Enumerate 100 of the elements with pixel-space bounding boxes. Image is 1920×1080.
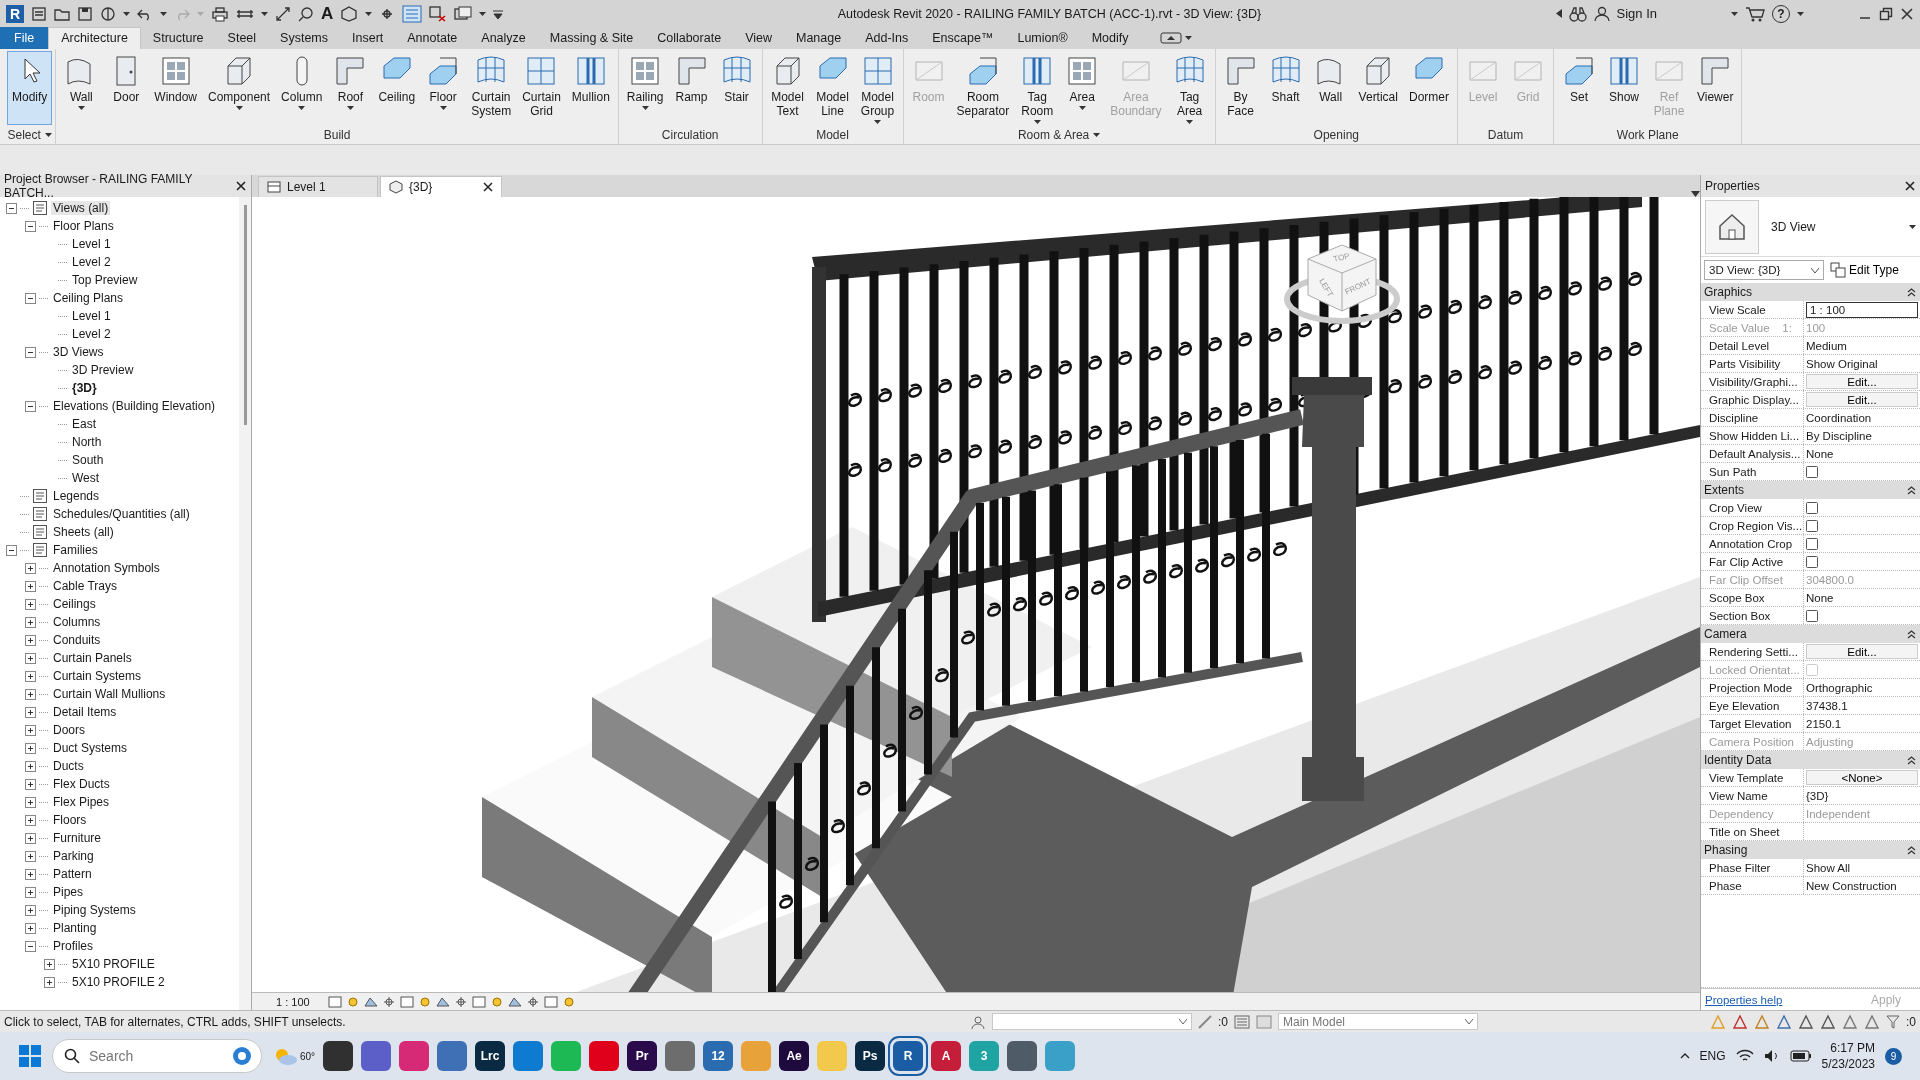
- ribbon-tab[interactable]: Systems: [268, 27, 340, 49]
- view-control-icon[interactable]: [507, 995, 522, 1008]
- expand-icon[interactable]: [44, 958, 55, 970]
- ribbon-tab[interactable]: Structure: [140, 27, 216, 49]
- tree-item[interactable]: East: [70, 417, 98, 431]
- ribbon-button[interactable]: Door: [104, 51, 149, 125]
- expand-icon[interactable]: [25, 814, 36, 826]
- collapse-icon[interactable]: [25, 292, 36, 304]
- tree-item[interactable]: Columns: [51, 615, 103, 629]
- ribbon-button[interactable]: Railing: [621, 51, 669, 125]
- tree-item[interactable]: Parking: [51, 849, 96, 863]
- close-icon[interactable]: [1904, 180, 1916, 192]
- view-scale[interactable]: 1 : 100: [276, 995, 310, 1008]
- expand-icon[interactable]: [25, 580, 36, 592]
- collapse-icon[interactable]: [1907, 845, 1916, 855]
- app-icon[interactable]: Lrc: [475, 1041, 506, 1071]
- ribbon-button[interactable]: Floor: [421, 51, 466, 125]
- ribbon-tab[interactable]: Manage: [784, 27, 854, 49]
- ribbon-tab[interactable]: Steel: [215, 27, 269, 49]
- tree-item[interactable]: Piping Systems: [51, 903, 138, 917]
- tree-item[interactable]: Legends: [51, 489, 102, 503]
- app-icon[interactable]: Ps: [855, 1041, 886, 1071]
- caret-icon[interactable]: [1555, 9, 1562, 18]
- view-control-icon[interactable]: [363, 995, 378, 1008]
- expand-icon[interactable]: [25, 778, 36, 790]
- collapse-icon[interactable]: [6, 544, 17, 556]
- collapse-icon[interactable]: [1907, 287, 1916, 297]
- ribbon-button[interactable]: Dormer: [1403, 51, 1454, 125]
- ribbon-button[interactable]: Modify: [7, 51, 53, 125]
- tree-item[interactable]: {3D}: [70, 381, 99, 395]
- tree-item[interactable]: Ducts: [51, 759, 86, 773]
- ribbon-tab[interactable]: Collaborate: [645, 27, 734, 49]
- collapse-icon[interactable]: [25, 220, 36, 232]
- ribbon-button[interactable]: Model Group: [855, 51, 900, 125]
- ribbon-button[interactable]: Component: [203, 51, 276, 125]
- tree-item[interactable]: Profiles: [51, 939, 95, 953]
- caret-icon[interactable]: [160, 11, 167, 16]
- language-indicator[interactable]: ENG: [1699, 1049, 1726, 1063]
- view-control-icon[interactable]: [381, 995, 396, 1008]
- tree-item[interactable]: Pattern: [51, 867, 94, 881]
- search-field[interactable]: Search: [52, 1039, 262, 1073]
- expand-icon[interactable]: [25, 742, 36, 754]
- collapse-icon[interactable]: [25, 940, 36, 952]
- tree-item[interactable]: Ceiling Plans: [51, 291, 126, 305]
- app-icon[interactable]: 12: [703, 1041, 734, 1071]
- caret-icon[interactable]: [479, 11, 487, 16]
- save-icon[interactable]: [77, 5, 93, 22]
- ribbon-tab[interactable]: Analyze: [469, 27, 538, 49]
- tree-item[interactable]: Flex Pipes: [51, 795, 112, 809]
- tree-item[interactable]: Detail Items: [51, 705, 119, 719]
- tree-item[interactable]: Flex Ducts: [51, 777, 112, 791]
- app-icon[interactable]: Pr: [627, 1041, 658, 1071]
- tree-item[interactable]: Floor Plans: [51, 219, 116, 233]
- ribbon-button[interactable]: Roof: [328, 51, 373, 125]
- model-dropdown[interactable]: Main Model: [1278, 1013, 1478, 1030]
- ribbon-button[interactable]: Room Separator: [951, 51, 1015, 125]
- expand-icon[interactable]: [25, 886, 36, 898]
- tree-item[interactable]: Cable Trays: [51, 579, 120, 593]
- caret-icon[interactable]: [261, 11, 268, 16]
- tree-item[interactable]: Planting: [51, 921, 99, 935]
- ribbon-button[interactable]: Wall: [59, 51, 104, 125]
- battery-icon[interactable]: [1789, 1050, 1812, 1062]
- edit-button[interactable]: Edit...: [1806, 644, 1918, 659]
- wifi-icon[interactable]: [1735, 1049, 1754, 1063]
- checkbox[interactable]: [1806, 537, 1818, 550]
- value-field[interactable]: 1 : 100: [1806, 301, 1918, 318]
- tree-item[interactable]: Pipes: [51, 885, 86, 899]
- view-control-icon[interactable]: [525, 995, 540, 1008]
- ribbon-tab[interactable]: Enscape™: [920, 27, 1006, 49]
- tree-item[interactable]: Level 1: [70, 237, 113, 251]
- view-control-icon[interactable]: [489, 995, 504, 1008]
- app-logo[interactable]: R: [6, 4, 24, 23]
- checkbox[interactable]: [1806, 555, 1818, 568]
- chevron-icon[interactable]: [1679, 1053, 1690, 1059]
- ribbon-button[interactable]: Model Line: [810, 51, 855, 125]
- caret-icon[interactable]: [365, 11, 373, 16]
- ribbon-tab[interactable]: Insert: [340, 27, 396, 49]
- ribbon-tab[interactable]: Architecture: [48, 27, 141, 49]
- ribbon-button[interactable]: Set: [1557, 51, 1601, 125]
- expand-icon[interactable]: [25, 598, 36, 610]
- ribbon-button[interactable]: Curtain Grid: [517, 51, 566, 125]
- print-icon[interactable]: [211, 5, 229, 22]
- 3d-view-icon[interactable]: [340, 5, 359, 22]
- ribbon-button[interactable]: Model Text: [765, 51, 810, 125]
- app-icon[interactable]: [1007, 1041, 1038, 1071]
- ribbon-button[interactable]: Area: [1060, 51, 1105, 125]
- expand-icon[interactable]: [25, 652, 36, 664]
- tree-item[interactable]: Elevations (Building Elevation): [51, 399, 218, 413]
- close-icon[interactable]: [1900, 6, 1914, 21]
- tree-item[interactable]: Level 2: [70, 327, 113, 341]
- app-icon[interactable]: [323, 1041, 354, 1071]
- tree-item[interactable]: North: [70, 435, 104, 449]
- tree-item[interactable]: Sheets (all): [51, 525, 116, 539]
- ribbon-button[interactable]: Ceiling: [373, 51, 421, 125]
- expand-icon[interactable]: [25, 760, 36, 772]
- checkbox[interactable]: [1806, 465, 1818, 478]
- tree-item[interactable]: Annotation Symbols: [51, 561, 162, 575]
- expand-icon[interactable]: [44, 976, 55, 988]
- ribbon-button[interactable]: Tag Area: [1167, 51, 1212, 125]
- expand-icon[interactable]: [25, 868, 36, 880]
